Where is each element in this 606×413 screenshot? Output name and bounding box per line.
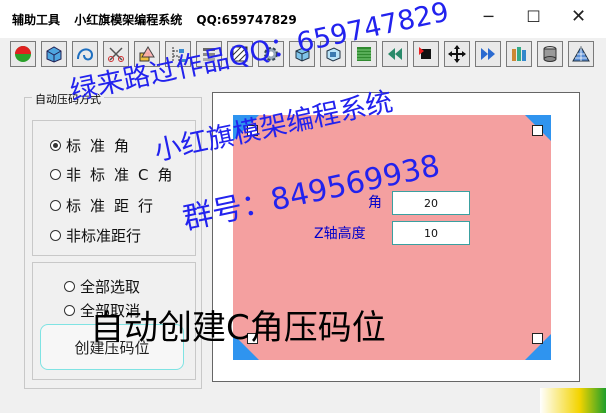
radio-label: 非标准C角 xyxy=(66,166,182,184)
scissors-icon[interactable] xyxy=(103,41,129,67)
angle-label: 角 xyxy=(368,195,382,211)
close-icon: ✕ xyxy=(570,5,587,27)
angle-input[interactable]: 20 xyxy=(392,191,470,215)
app-window: 辅助工具 小红旗模架编程系统 QQ:659747829 ─ ☐ ✕ 自动压码方式… xyxy=(0,0,606,413)
radio-dot xyxy=(64,305,75,316)
radio-label: 全部选取 xyxy=(80,278,141,296)
box-icon[interactable] xyxy=(41,41,67,67)
radio-dot xyxy=(64,281,75,292)
close-button[interactable]: ✕ xyxy=(556,0,601,32)
group-title: 自动压码方式 xyxy=(32,91,104,107)
tree-icon[interactable] xyxy=(165,41,191,67)
radio-dot xyxy=(50,169,61,180)
corner-marker-top-left[interactable] xyxy=(247,125,258,136)
corner-marker-top-right[interactable] xyxy=(532,125,543,136)
radio-dot xyxy=(50,200,61,211)
minimize-button[interactable]: ─ xyxy=(466,0,511,32)
radio-nonstandard-distance[interactable]: 非标准距行 xyxy=(50,225,141,246)
caption-text: 自动创建C角压码位 xyxy=(90,308,386,348)
stack-icon[interactable] xyxy=(196,41,222,67)
radio-label: 非标准距行 xyxy=(66,227,142,245)
title-part-1: 辅助工具 xyxy=(12,13,61,27)
radio-nonstandard-c-corner[interactable]: 非标准C角 xyxy=(50,164,181,185)
maximize-icon: ☐ xyxy=(526,6,541,26)
radio-standard-corner[interactable]: 标准角 xyxy=(50,135,138,156)
rewind-icon[interactable] xyxy=(382,41,408,67)
radio-label: 标准角 xyxy=(66,137,139,155)
curve-icon[interactable] xyxy=(72,41,98,67)
fast-forward-icon[interactable] xyxy=(475,41,501,67)
move-icon[interactable] xyxy=(444,41,470,67)
cube-outline-icon[interactable] xyxy=(320,41,346,67)
decorative-strip xyxy=(540,388,606,413)
corner-marker-bottom-right[interactable] xyxy=(532,333,543,344)
hatch-icon[interactable] xyxy=(227,41,253,67)
z-height-input[interactable]: 10 xyxy=(392,221,470,245)
window-title: 辅助工具 小红旗模架编程系统 QQ:659747829 xyxy=(12,11,307,28)
toolbar xyxy=(10,41,600,71)
gear-icon[interactable] xyxy=(258,41,284,67)
title-bar: 辅助工具 小红旗模架编程系统 QQ:659747829 ─ ☐ ✕ xyxy=(0,0,606,38)
radio-select-all[interactable]: 全部选取 xyxy=(64,276,140,297)
striped-square-icon[interactable] xyxy=(351,41,377,67)
cylinder-icon[interactable] xyxy=(537,41,563,67)
title-part-2: 小红旗模架编程系统 xyxy=(74,13,183,27)
title-part-3: QQ:659747829 xyxy=(196,13,297,27)
radio-dot xyxy=(50,140,61,151)
maximize-button[interactable]: ☐ xyxy=(511,0,556,32)
play-square-icon[interactable] xyxy=(413,41,439,67)
cube-icon[interactable] xyxy=(289,41,315,67)
radio-dot xyxy=(50,230,61,241)
shapes-icon[interactable] xyxy=(134,41,160,67)
traffic-light-icon[interactable] xyxy=(10,41,36,67)
mesh-icon[interactable] xyxy=(568,41,594,67)
books-icon[interactable] xyxy=(506,41,532,67)
minimize-icon: ─ xyxy=(483,6,494,26)
z-height-label: Z轴高度 xyxy=(314,226,366,242)
radio-standard-distance[interactable]: 标准距行 xyxy=(50,195,162,216)
radio-label: 标准距行 xyxy=(66,197,163,215)
